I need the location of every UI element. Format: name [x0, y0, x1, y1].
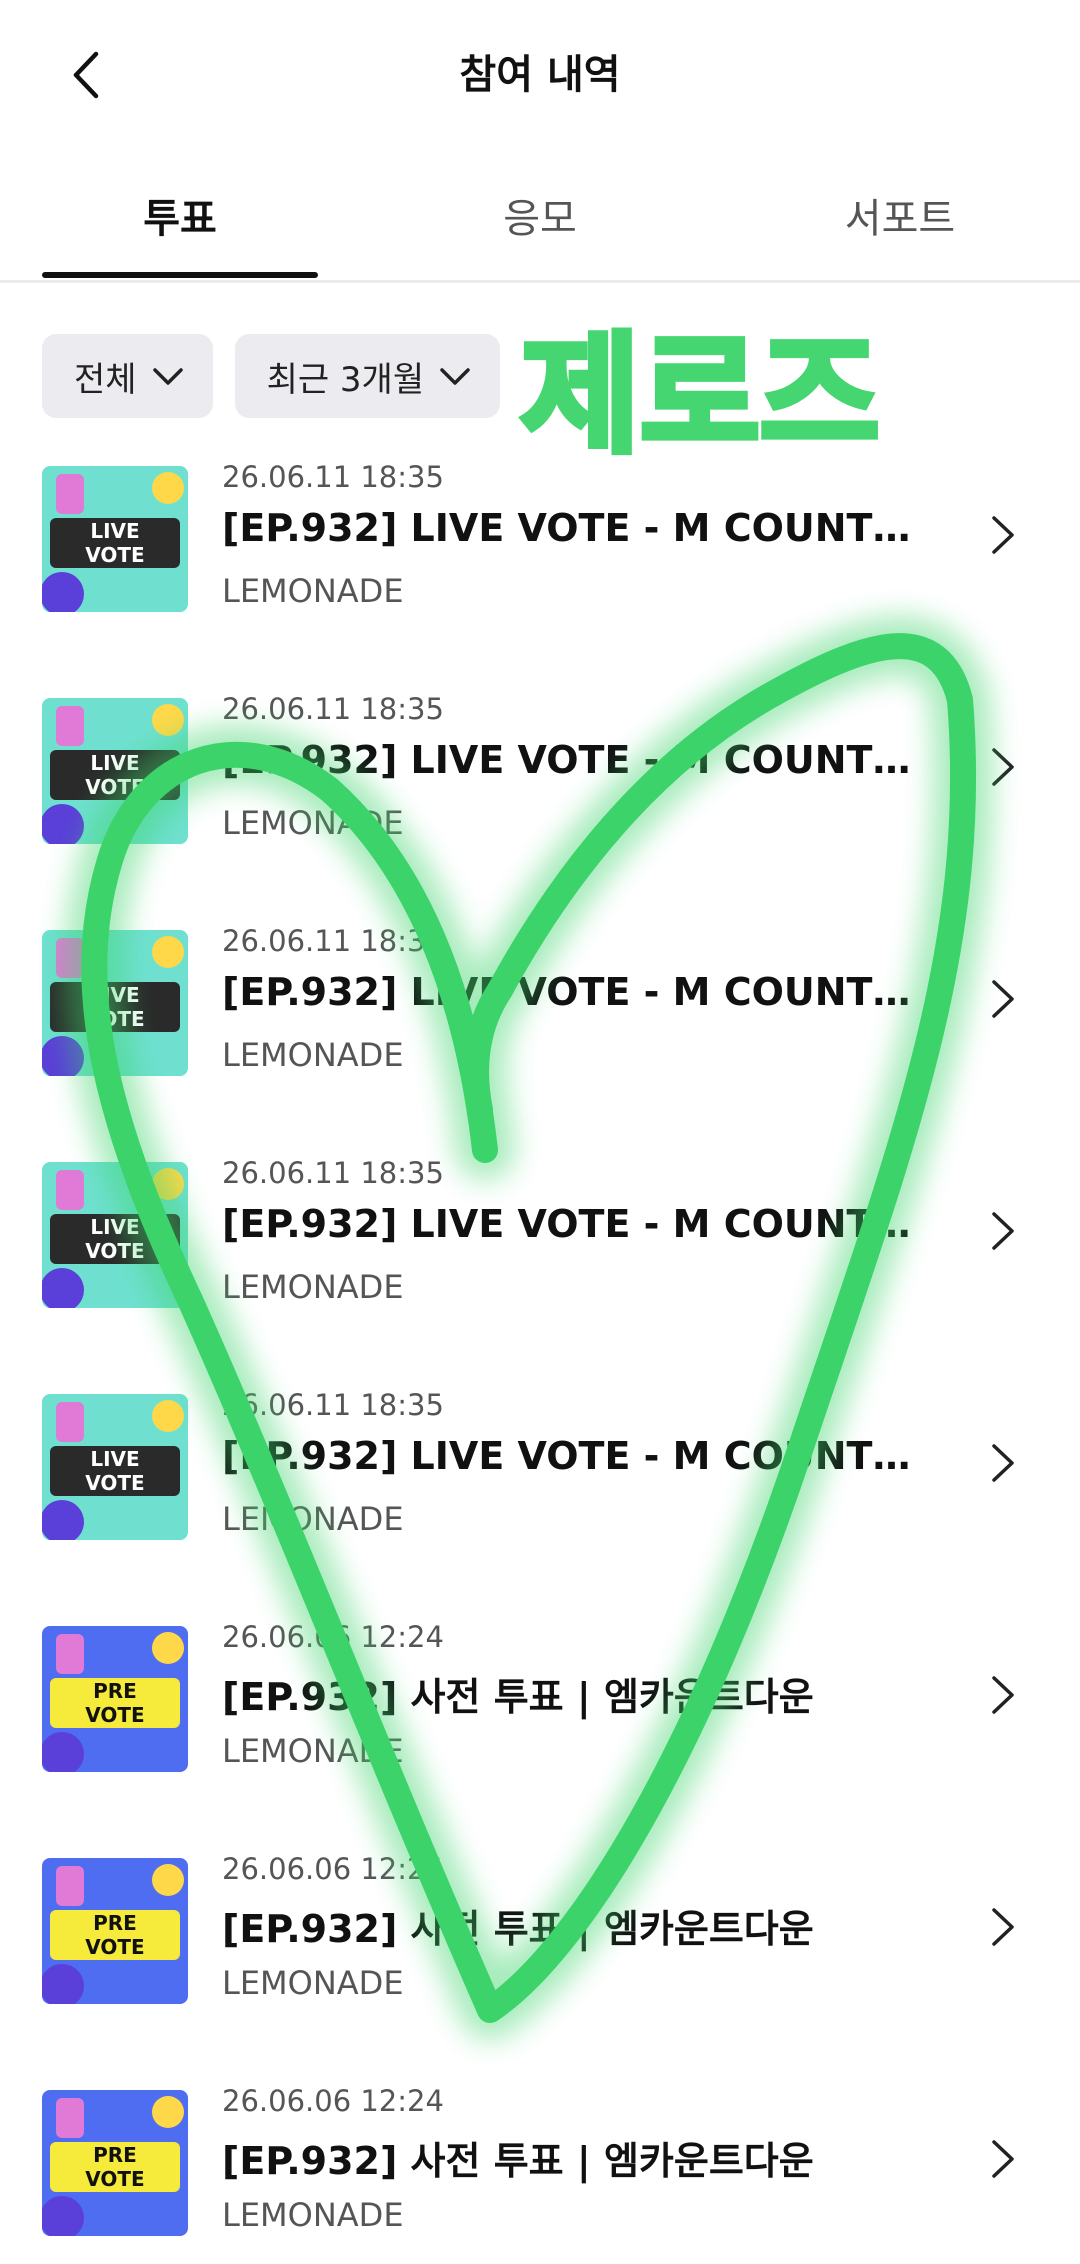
participation-date: 26.06.11 18:35 [222, 1388, 444, 1422]
vote-history-item[interactable]: LIVE VOTE 26.06.11 18:35 [EP.932] LIVE V… [0, 1156, 1080, 1336]
thumbnail-label-bottom: VOTE [85, 1703, 144, 1727]
chevron-right-icon [992, 1444, 1014, 1482]
vote-history-item[interactable]: PRE VOTE 26.06.06 12:24 [EP.932] 사전 투표 |… [0, 1620, 1080, 1800]
vote-history-item[interactable]: PRE VOTE 26.06.06 12:24 [EP.932] 사전 투표 |… [0, 1852, 1080, 2032]
tab-support[interactable]: 서포트 [720, 180, 1080, 250]
thumbnail-label-top: LIVE [90, 1447, 139, 1471]
tab-apply[interactable]: 응모 [360, 180, 720, 250]
thumbnail-label-top: LIVE [90, 751, 139, 775]
vote-history-item[interactable]: PRE VOTE 26.06.06 12:24 [EP.932] 사전 투표 |… [0, 2084, 1080, 2264]
participation-date: 26.06.11 18:35 [222, 460, 444, 494]
event-thumbnail: LIVE VOTE [42, 1162, 188, 1308]
event-title: [EP.932] LIVE VOTE - M COUNTDO... [222, 1434, 942, 1478]
event-artist: LEMONADE [222, 2196, 404, 2234]
event-title: [EP.932] 사전 투표 | 엠카운트다운 [222, 1907, 814, 1951]
event-thumbnail: PRE VOTE [42, 2090, 188, 2236]
participation-date: 26.06.06 12:24 [222, 2084, 444, 2118]
chevron-right-icon [992, 980, 1014, 1018]
event-thumbnail: PRE VOTE [42, 1858, 188, 2004]
thumbnail-label-bottom: VOTE [85, 775, 144, 799]
event-title: [EP.932] LIVE VOTE - M COUNTDO... [222, 1202, 942, 1246]
chevron-right-icon [992, 748, 1014, 786]
event-title: [EP.932] LIVE VOTE - M COUNTDO... [222, 970, 942, 1014]
active-tab-indicator [42, 272, 318, 278]
event-artist: LEMONADE [222, 1964, 404, 2002]
thumbnail-label-bottom: VOTE [85, 2167, 144, 2191]
filter-period-label: 최근 3개월 [266, 359, 425, 400]
participation-date: 26.06.11 18:35 [222, 1156, 444, 1190]
event-artist: LEMONADE [222, 1732, 404, 1770]
vote-history-item[interactable]: LIVE VOTE 26.06.11 18:35 [EP.932] LIVE V… [0, 692, 1080, 872]
filter-period-dropdown[interactable]: 최근 3개월 [234, 334, 501, 418]
participation-date: 26.06.11 18:35 [222, 924, 444, 958]
thumbnail-label-top: LIVE [90, 983, 139, 1007]
vote-history-item[interactable]: LIVE VOTE 26.06.11 18:35 [EP.932] LIVE V… [0, 460, 1080, 640]
thumbnail-label-top: PRE [93, 1679, 137, 1703]
event-thumbnail: PRE VOTE [42, 1626, 188, 1772]
thumbnail-label-bottom: VOTE [85, 1935, 144, 1959]
vote-history-item[interactable]: LIVE VOTE 26.06.11 18:35 [EP.932] LIVE V… [0, 1388, 1080, 1568]
thumbnail-label-bottom: VOTE [85, 543, 144, 567]
chevron-down-icon [152, 368, 183, 385]
event-title: [EP.932] LIVE VOTE - M COUNTDO... [222, 506, 942, 550]
top-bar: 참여 내역 [0, 0, 1080, 150]
event-thumbnail: LIVE VOTE [42, 930, 188, 1076]
event-title: [EP.932] LIVE VOTE - M COUNTDO... [222, 738, 942, 782]
tab-bar: 투표 응모 서포트 [0, 150, 1080, 283]
event-title: [EP.932] 사전 투표 | 엠카운트다운 [222, 2139, 814, 2183]
vote-history-item[interactable]: LIVE VOTE 26.06.11 18:35 [EP.932] LIVE V… [0, 924, 1080, 1104]
chevron-right-icon [992, 1676, 1014, 1714]
event-title: [EP.932] 사전 투표 | 엠카운트다운 [222, 1675, 814, 1719]
chevron-right-icon [992, 2140, 1014, 2178]
event-artist: LEMONADE [222, 804, 404, 842]
chevron-down-icon [440, 368, 470, 385]
chevron-right-icon [992, 1212, 1014, 1250]
event-thumbnail: LIVE VOTE [42, 698, 188, 844]
thumbnail-label-top: LIVE [90, 1215, 139, 1239]
event-thumbnail: LIVE VOTE [42, 466, 188, 612]
thumbnail-label-bottom: VOTE [85, 1471, 144, 1495]
tab-vote[interactable]: 투표 [0, 180, 360, 250]
filter-all-dropdown[interactable]: 전체 [42, 334, 213, 418]
participation-date: 26.06.06 12:24 [222, 1620, 444, 1654]
participation-date: 26.06.11 18:35 [222, 692, 444, 726]
thumbnail-label-bottom: VOTE [85, 1239, 144, 1263]
chevron-right-icon [992, 516, 1014, 554]
filter-all-label: 전체 [74, 359, 137, 400]
event-thumbnail: LIVE VOTE [42, 1394, 188, 1540]
handwriting-text: 제로즈 [521, 319, 880, 471]
chevron-right-icon [992, 1908, 1014, 1946]
event-artist: LEMONADE [222, 1268, 404, 1306]
thumbnail-label-top: PRE [93, 1911, 137, 1935]
filter-bar: 전체 최근 3개월 [42, 334, 501, 418]
event-artist: LEMONADE [222, 572, 404, 610]
event-artist: LEMONADE [222, 1036, 404, 1074]
thumbnail-label-bottom: VOTE [85, 1007, 144, 1031]
page-title: 참여 내역 [459, 52, 621, 98]
thumbnail-label-top: LIVE [90, 519, 139, 543]
participation-date: 26.06.06 12:24 [222, 1852, 444, 1886]
thumbnail-label-top: PRE [93, 2143, 137, 2167]
event-artist: LEMONADE [222, 1500, 404, 1538]
